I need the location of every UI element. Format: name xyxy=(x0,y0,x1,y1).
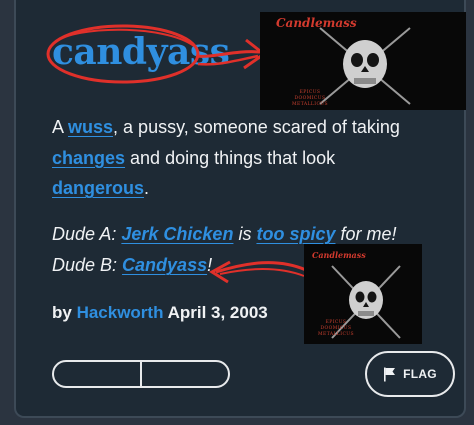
author-link[interactable]: Hackworth xyxy=(77,303,164,322)
link-candyass[interactable]: Candyass xyxy=(122,255,207,275)
entry-date: April 3, 2003 xyxy=(163,303,268,322)
definition-text: A wuss, a pussy, someone scared of takin… xyxy=(52,117,400,198)
red-arrow-annotation xyxy=(195,38,267,70)
album-cover-image-2: Candlemass EPICUS DOOMICUS METALLICUS xyxy=(304,244,422,344)
definition-card: candyass Candlemass EPICUS DOOMICUS META… xyxy=(14,0,466,418)
link-dangerous[interactable]: dangerous xyxy=(52,178,144,198)
link-changes[interactable]: changes xyxy=(52,148,125,168)
vote-buttons xyxy=(52,360,230,388)
link-wuss[interactable]: wuss xyxy=(68,117,113,137)
upvote-button[interactable] xyxy=(54,362,140,386)
album-band-name-2: Candlemass xyxy=(312,250,366,260)
downvote-button[interactable] xyxy=(140,362,228,386)
link-jerk-chicken[interactable]: Jerk Chicken xyxy=(121,224,233,244)
flag-icon xyxy=(384,367,396,381)
album-band-name: Candlemass xyxy=(276,16,357,30)
byline: by Hackworth April 3, 2003 xyxy=(52,303,268,322)
flag-label: FLAG xyxy=(403,367,437,381)
album-cover-image: Candlemass EPICUS DOOMICUS METALLICUS xyxy=(260,12,466,110)
link-too-spicy[interactable]: too spicy xyxy=(256,224,335,244)
flag-button[interactable]: FLAG xyxy=(365,351,455,397)
album-title: EPICUS DOOMICUS METALLICUS xyxy=(292,90,328,107)
red-arrow-annotation-2 xyxy=(209,260,307,284)
album-title-2: EPICUS DOOMICUS METALLICUS xyxy=(318,320,354,337)
